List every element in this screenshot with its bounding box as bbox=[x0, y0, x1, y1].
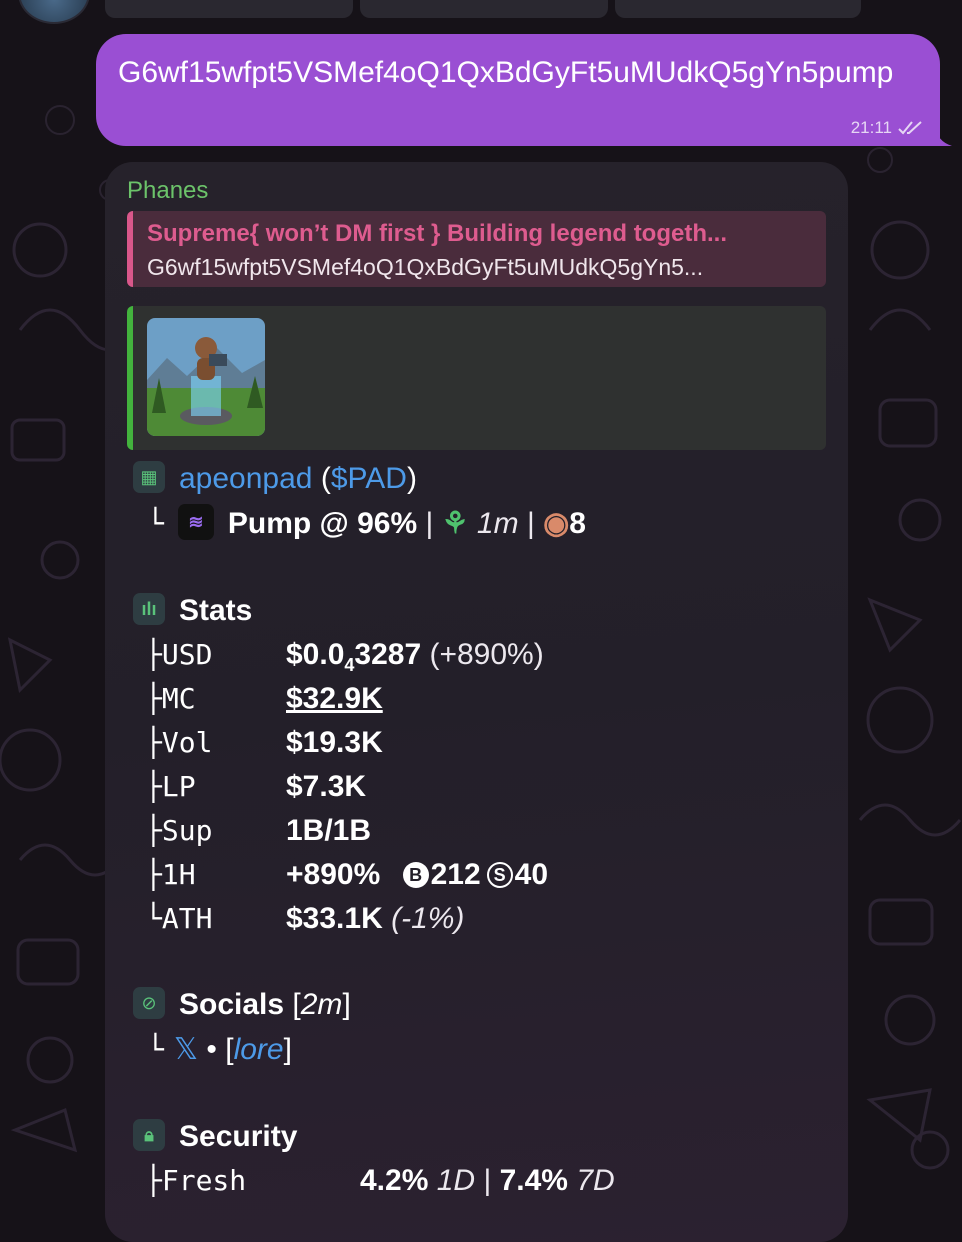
usd-change: (+890%) bbox=[421, 638, 544, 671]
incoming-message-card[interactable]: Phanes Supreme{ won’t DM first } Buildin… bbox=[105, 162, 848, 1242]
socials-title: Socials bbox=[179, 988, 285, 1021]
solana-icon: ≋ bbox=[177, 504, 214, 541]
usd-price-main: $0.0 bbox=[286, 638, 345, 671]
message-time: 21:11 bbox=[850, 118, 892, 137]
usd-price-digits: 3287 bbox=[354, 638, 422, 671]
tree-branch: ├ bbox=[145, 1164, 162, 1197]
stat-label: ATH bbox=[161, 902, 213, 935]
separator: | bbox=[425, 507, 434, 540]
reply-text: G6wf15wfpt5VSMef4oQ1QxBdGyFt5uMUdkQ5gYn5… bbox=[147, 254, 704, 280]
reply-quote[interactable]: Supreme{ won’t DM first } Building legen… bbox=[127, 211, 826, 287]
stats-row-mc: ├MC $32.9K bbox=[105, 682, 848, 716]
buy-count: 212 bbox=[430, 858, 481, 891]
token-header: ▦ apeonpad ($PAD) bbox=[105, 461, 848, 496]
tree-branch: ├ bbox=[145, 770, 162, 803]
stats-row-lp: ├LP $7.3K bbox=[105, 770, 848, 804]
fresh-values: 4.2% 1D | 7.4% 7D bbox=[360, 1164, 615, 1198]
message-meta: 21:11 bbox=[851, 118, 924, 138]
stat-label: MC bbox=[161, 682, 196, 715]
token-image[interactable] bbox=[147, 318, 265, 436]
sender-name[interactable]: Phanes bbox=[127, 177, 208, 205]
reply-accent-bar bbox=[127, 211, 133, 287]
sells-icon: S bbox=[486, 862, 513, 888]
tree-branch: └ bbox=[145, 902, 162, 935]
dot-separator: • bbox=[206, 1033, 217, 1066]
tree-branch: ├ bbox=[145, 638, 162, 671]
fresh-1d-value: 4.2% bbox=[360, 1164, 429, 1197]
usd-price-zeros: 4 bbox=[344, 655, 355, 675]
separator: | bbox=[483, 1164, 492, 1197]
link-icon: ⊘ bbox=[133, 987, 165, 1020]
qr-code-icon[interactable]: ▦ bbox=[133, 461, 165, 494]
lock-icon: 🔒︎ bbox=[133, 1119, 165, 1152]
fresh-1d-label: 1D bbox=[436, 1164, 476, 1197]
bar-chart-icon: ılı bbox=[133, 593, 165, 626]
ath-change: (-1%) bbox=[391, 902, 465, 935]
sell-count: 40 bbox=[514, 858, 549, 891]
double-check-icon bbox=[898, 121, 922, 135]
stats-header: ılı Stats bbox=[105, 593, 848, 628]
hour-change: +890% bbox=[286, 858, 381, 891]
stat-label: Sup bbox=[161, 814, 213, 847]
stats-title: Stats bbox=[179, 594, 253, 627]
inline-button-1[interactable] bbox=[105, 0, 353, 18]
seedling-icon: ⚘ bbox=[441, 507, 469, 540]
socials-links-row: └ 𝕏 • [lore] bbox=[147, 1033, 292, 1066]
stat-label: 1H bbox=[161, 858, 196, 891]
buys-icon: B bbox=[402, 862, 429, 888]
lore-link[interactable]: lore bbox=[234, 1033, 284, 1066]
stat-label: USD bbox=[161, 638, 213, 671]
paren-close: ) bbox=[406, 462, 417, 495]
eye-icon: ◉ bbox=[543, 507, 570, 540]
stat-value: 1B/1B bbox=[286, 814, 372, 847]
view-count: 8 bbox=[569, 507, 586, 540]
stats-row-usd: ├USD $0.043287 (+890%) bbox=[105, 638, 848, 675]
inline-button-2[interactable] bbox=[360, 0, 608, 18]
stat-value: $0.043287 (+890%) bbox=[286, 638, 544, 676]
socials-age: 2m bbox=[300, 988, 343, 1021]
token-platform-row: └ ≋ Pump @ 96% | ⚘ 1m | ◉8 bbox=[105, 504, 848, 543]
security-header: 🔒︎ Security bbox=[105, 1119, 848, 1154]
tree-branch: └ bbox=[147, 1033, 164, 1066]
outgoing-message-bubble[interactable]: G6wf15wfpt5VSMef4oQ1QxBdGyFt5uMUdkQ5gYn5… bbox=[96, 34, 940, 146]
stats-row-sup: ├Sup 1B/1B bbox=[105, 814, 848, 848]
stat-value: +890% B 212 S 40 bbox=[286, 858, 548, 892]
stats-row-1h: ├1H +890% B 212 S 40 bbox=[105, 858, 848, 892]
x-icon[interactable]: 𝕏 bbox=[174, 1033, 198, 1066]
stat-value: $33.1K (-1%) bbox=[286, 902, 464, 936]
token-ticker-link[interactable]: $PAD bbox=[331, 462, 407, 495]
separator: | bbox=[526, 507, 535, 540]
stats-row-vol: ├Vol $19.3K bbox=[105, 726, 848, 760]
stat-label: Vol bbox=[161, 726, 213, 759]
platform-text: Pump @ 96% bbox=[227, 507, 418, 540]
stat-label: LP bbox=[161, 770, 196, 803]
reply-author: Supreme{ won’t DM first } Building legen… bbox=[147, 220, 728, 247]
link-preview[interactable] bbox=[127, 306, 826, 450]
socials-header: ⊘ Socials [2m] bbox=[105, 987, 848, 1022]
security-row-fresh: ├Fresh 4.2% 1D | 7.4% 7D bbox=[105, 1164, 848, 1198]
tree-branch: ├ bbox=[145, 682, 162, 715]
tree-branch: └ bbox=[147, 507, 164, 540]
token-name-link[interactable]: apeonpad bbox=[179, 462, 312, 495]
bracket-close: ] bbox=[342, 988, 351, 1021]
outgoing-message-text: G6wf15wfpt5VSMef4oQ1QxBdGyFt5uMUdkQ5gYn5… bbox=[118, 56, 894, 89]
fresh-7d-value: 7.4% bbox=[499, 1164, 568, 1197]
paren-open: ( bbox=[320, 462, 331, 495]
tree-branch: ├ bbox=[145, 814, 162, 847]
stat-value: $7.3K bbox=[286, 770, 367, 803]
bracket-open: [ bbox=[292, 988, 301, 1021]
stats-row-ath: └ATH $33.1K (-1%) bbox=[105, 902, 848, 936]
ath-value: $33.1K bbox=[286, 902, 383, 935]
tree-branch: ├ bbox=[145, 726, 162, 759]
inline-button-3[interactable] bbox=[615, 0, 861, 18]
stat-label: Fresh bbox=[161, 1164, 247, 1197]
fresh-7d-label: 7D bbox=[576, 1164, 615, 1197]
preview-accent-bar bbox=[127, 306, 133, 450]
stat-value: $19.3K bbox=[286, 726, 383, 759]
market-cap-link[interactable]: $32.9K bbox=[286, 682, 383, 716]
tree-branch: ├ bbox=[145, 858, 162, 891]
token-age: 1m bbox=[476, 507, 519, 540]
security-title: Security bbox=[179, 1120, 298, 1153]
